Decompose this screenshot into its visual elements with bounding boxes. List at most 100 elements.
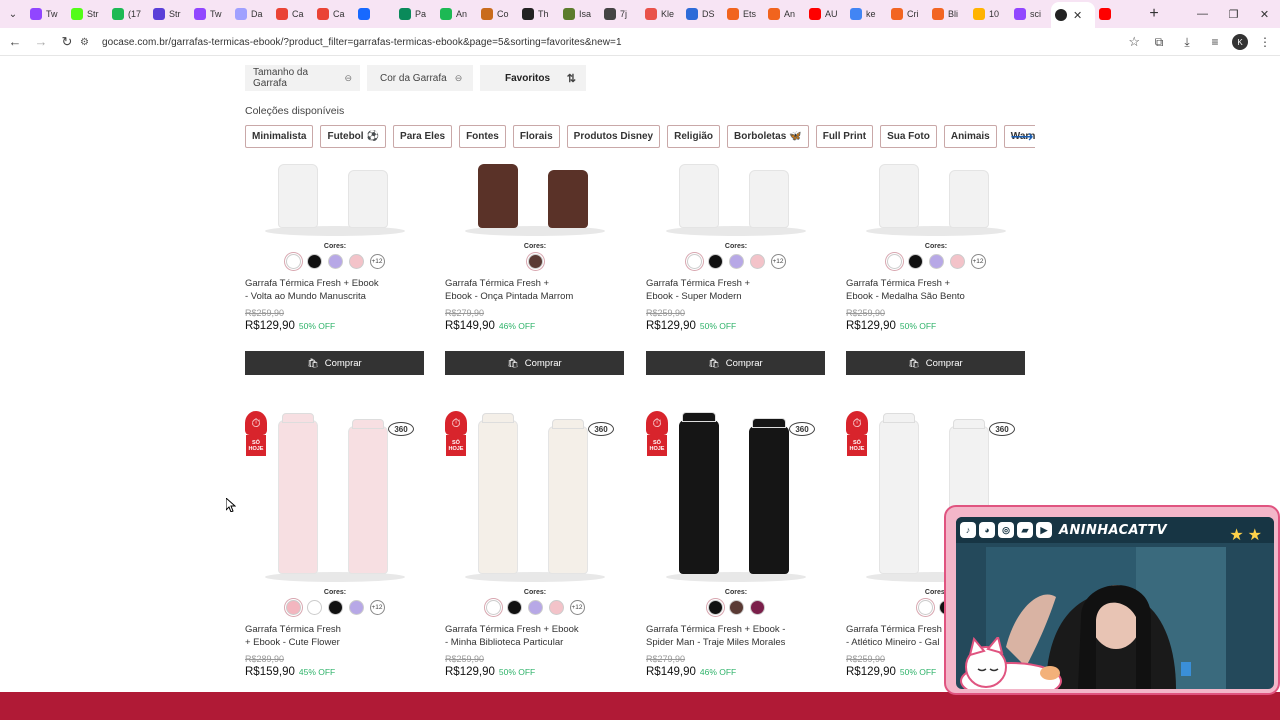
browser-tab[interactable]: Str: [67, 3, 108, 25]
product-name-line[interactable]: Garrafa Térmica Fresh: [245, 623, 395, 636]
profile-avatar[interactable]: K: [1232, 34, 1248, 50]
back-button[interactable]: ←: [2, 29, 28, 55]
browser-tab[interactable]: Cri: [887, 3, 928, 25]
product-name-line[interactable]: Ebook - Super Modern: [646, 290, 796, 303]
color-swatch[interactable]: [348, 600, 364, 615]
browser-tab[interactable]: Str: [149, 3, 190, 25]
buy-button[interactable]: 🛍 Comprar: [646, 351, 825, 375]
product-name-line[interactable]: Ebook - Medalha São Bento: [846, 290, 996, 303]
color-swatch[interactable]: [527, 254, 543, 269]
product-card[interactable]: Cores: +12 Garrafa Térmica Fresh + Ebook - …: [646, 156, 826, 396]
collection-chip[interactable]: Para Eles: [393, 125, 453, 148]
browser-tab[interactable]: Ets: [723, 3, 764, 25]
product-name-line[interactable]: - Volta ao Mundo Manuscrita: [245, 290, 395, 303]
color-swatch[interactable]: [707, 600, 723, 615]
product-image[interactable]: [245, 156, 425, 238]
media-control-icon[interactable]: ≡: [1204, 31, 1226, 53]
collection-chip[interactable]: Futebol ⚽: [320, 125, 387, 148]
more-colors-button[interactable]: +12: [369, 600, 385, 615]
buy-button[interactable]: 🛍 Comprar: [245, 351, 424, 375]
color-swatch[interactable]: [728, 254, 744, 269]
browser-tab[interactable]: [354, 3, 395, 25]
extensions-icon[interactable]: ⧉: [1148, 31, 1170, 53]
browser-tab[interactable]: Tw: [190, 3, 231, 25]
filter-size-dropdown[interactable]: Tamanho da Garrafa ⊖: [245, 65, 360, 91]
menu-icon[interactable]: ⋮: [1254, 31, 1276, 53]
new-tab-button[interactable]: +: [1142, 2, 1166, 26]
more-colors-button[interactable]: +12: [970, 254, 986, 269]
close-window-icon[interactable]: ✕: [1249, 0, 1280, 28]
more-colors-button[interactable]: +12: [569, 600, 585, 615]
browser-tab[interactable]: DS: [682, 3, 723, 25]
download-icon[interactable]: ⤓: [1176, 31, 1198, 53]
filter-color-dropdown[interactable]: Cor da Garrafa ⊖: [367, 65, 473, 91]
browser-tab[interactable]: 7j: [600, 3, 641, 25]
color-swatch[interactable]: [327, 600, 343, 615]
product-card[interactable]: ⏱ SÓ HOJE 360 Cores: +12 Garrafa Térmica Fres…: [445, 411, 625, 678]
browser-tab[interactable]: AU: [805, 3, 846, 25]
sort-dropdown[interactable]: Favoritos ⇅: [480, 65, 586, 91]
chips-next-arrow-icon[interactable]: ⟶: [1011, 126, 1034, 148]
browser-tab[interactable]: 10: [969, 3, 1010, 25]
color-swatch[interactable]: [548, 600, 564, 615]
collection-chip[interactable]: Produtos Disney: [566, 125, 661, 148]
color-swatch[interactable]: [949, 254, 965, 269]
more-colors-button[interactable]: +12: [369, 254, 385, 269]
color-swatch[interactable]: [306, 600, 322, 615]
color-swatch[interactable]: [327, 254, 343, 269]
product-name-line[interactable]: Ebook - Onça Pintada Marrom: [445, 290, 595, 303]
product-name-line[interactable]: - Minha Biblioteca Particular: [445, 636, 595, 649]
rotate-360-icon[interactable]: 360: [789, 422, 815, 436]
rotate-360-icon[interactable]: 360: [388, 422, 414, 436]
product-image[interactable]: [646, 412, 826, 584]
address-bar[interactable]: ⚙ gocase.com.br/garrafas-termicas-ebook/…: [80, 31, 1140, 53]
product-card[interactable]: Cores: +12 Garrafa Térmica Fresh + Ebook - …: [245, 156, 425, 396]
product-image[interactable]: [646, 156, 826, 238]
product-name-line[interactable]: Garrafa Térmica Fresh + Ebook -: [646, 623, 796, 636]
collection-chip[interactable]: Minimalista: [245, 125, 314, 148]
tab-close-icon[interactable]: ✕: [1073, 9, 1082, 22]
more-colors-button[interactable]: +12: [770, 254, 786, 269]
color-swatch[interactable]: [285, 254, 301, 269]
color-swatch[interactable]: [348, 254, 364, 269]
color-swatch[interactable]: [285, 600, 301, 615]
color-swatch[interactable]: [306, 254, 322, 269]
active-tab[interactable]: ✕: [1051, 2, 1095, 28]
product-image[interactable]: [445, 156, 625, 238]
restore-icon[interactable]: ❐: [1218, 0, 1249, 28]
color-swatch[interactable]: [907, 254, 923, 269]
site-info-icon[interactable]: ⚙: [80, 37, 96, 48]
browser-tab[interactable]: Da: [231, 3, 272, 25]
product-name-line[interactable]: Garrafa Térmica Fresh + Ebook: [445, 623, 595, 636]
product-name-line[interactable]: Garrafa Térmica Fresh + Ebook: [245, 277, 395, 290]
collection-chip[interactable]: Animais: [943, 125, 997, 148]
color-swatch[interactable]: [886, 254, 902, 269]
product-image[interactable]: [846, 156, 1026, 238]
color-swatch[interactable]: [506, 600, 522, 615]
color-swatch[interactable]: [749, 254, 765, 269]
color-swatch[interactable]: [928, 254, 944, 269]
color-swatch[interactable]: [749, 600, 765, 615]
product-card[interactable]: ⏱ SÓ HOJE 360 Cores: +12 Garrafa Térmica Fres…: [245, 411, 425, 678]
collection-chip[interactable]: Sua Foto: [880, 125, 937, 148]
product-card[interactable]: Cores: Garrafa Térmica Fresh + Ebook - Onç…: [445, 156, 625, 396]
collection-chip[interactable]: Full Print: [815, 125, 874, 148]
browser-tab[interactable]: ke: [846, 3, 887, 25]
color-swatch[interactable]: [686, 254, 702, 269]
product-name-line[interactable]: + Ebook - Cute Flower: [245, 636, 395, 649]
collection-chip[interactable]: Florais: [512, 125, 560, 148]
rotate-360-icon[interactable]: 360: [989, 422, 1015, 436]
rotate-360-icon[interactable]: 360: [588, 422, 614, 436]
browser-tab[interactable]: sci: [1010, 3, 1051, 25]
browser-tab[interactable]: An: [764, 3, 805, 25]
product-name-line[interactable]: Spider Man - Traje Miles Morales: [646, 636, 796, 649]
reload-button[interactable]: ↻: [54, 29, 80, 55]
browser-tab[interactable]: Th: [518, 3, 559, 25]
url-text[interactable]: gocase.com.br/garrafas-termicas-ebook/?p…: [102, 37, 622, 48]
browser-tab[interactable]: Ca: [313, 3, 354, 25]
color-swatch[interactable]: [918, 600, 933, 615]
browser-tab[interactable]: Pa: [395, 3, 436, 25]
color-swatch[interactable]: [728, 600, 744, 615]
buy-button[interactable]: 🛍 Comprar: [846, 351, 1025, 375]
forward-button[interactable]: →: [28, 29, 54, 55]
